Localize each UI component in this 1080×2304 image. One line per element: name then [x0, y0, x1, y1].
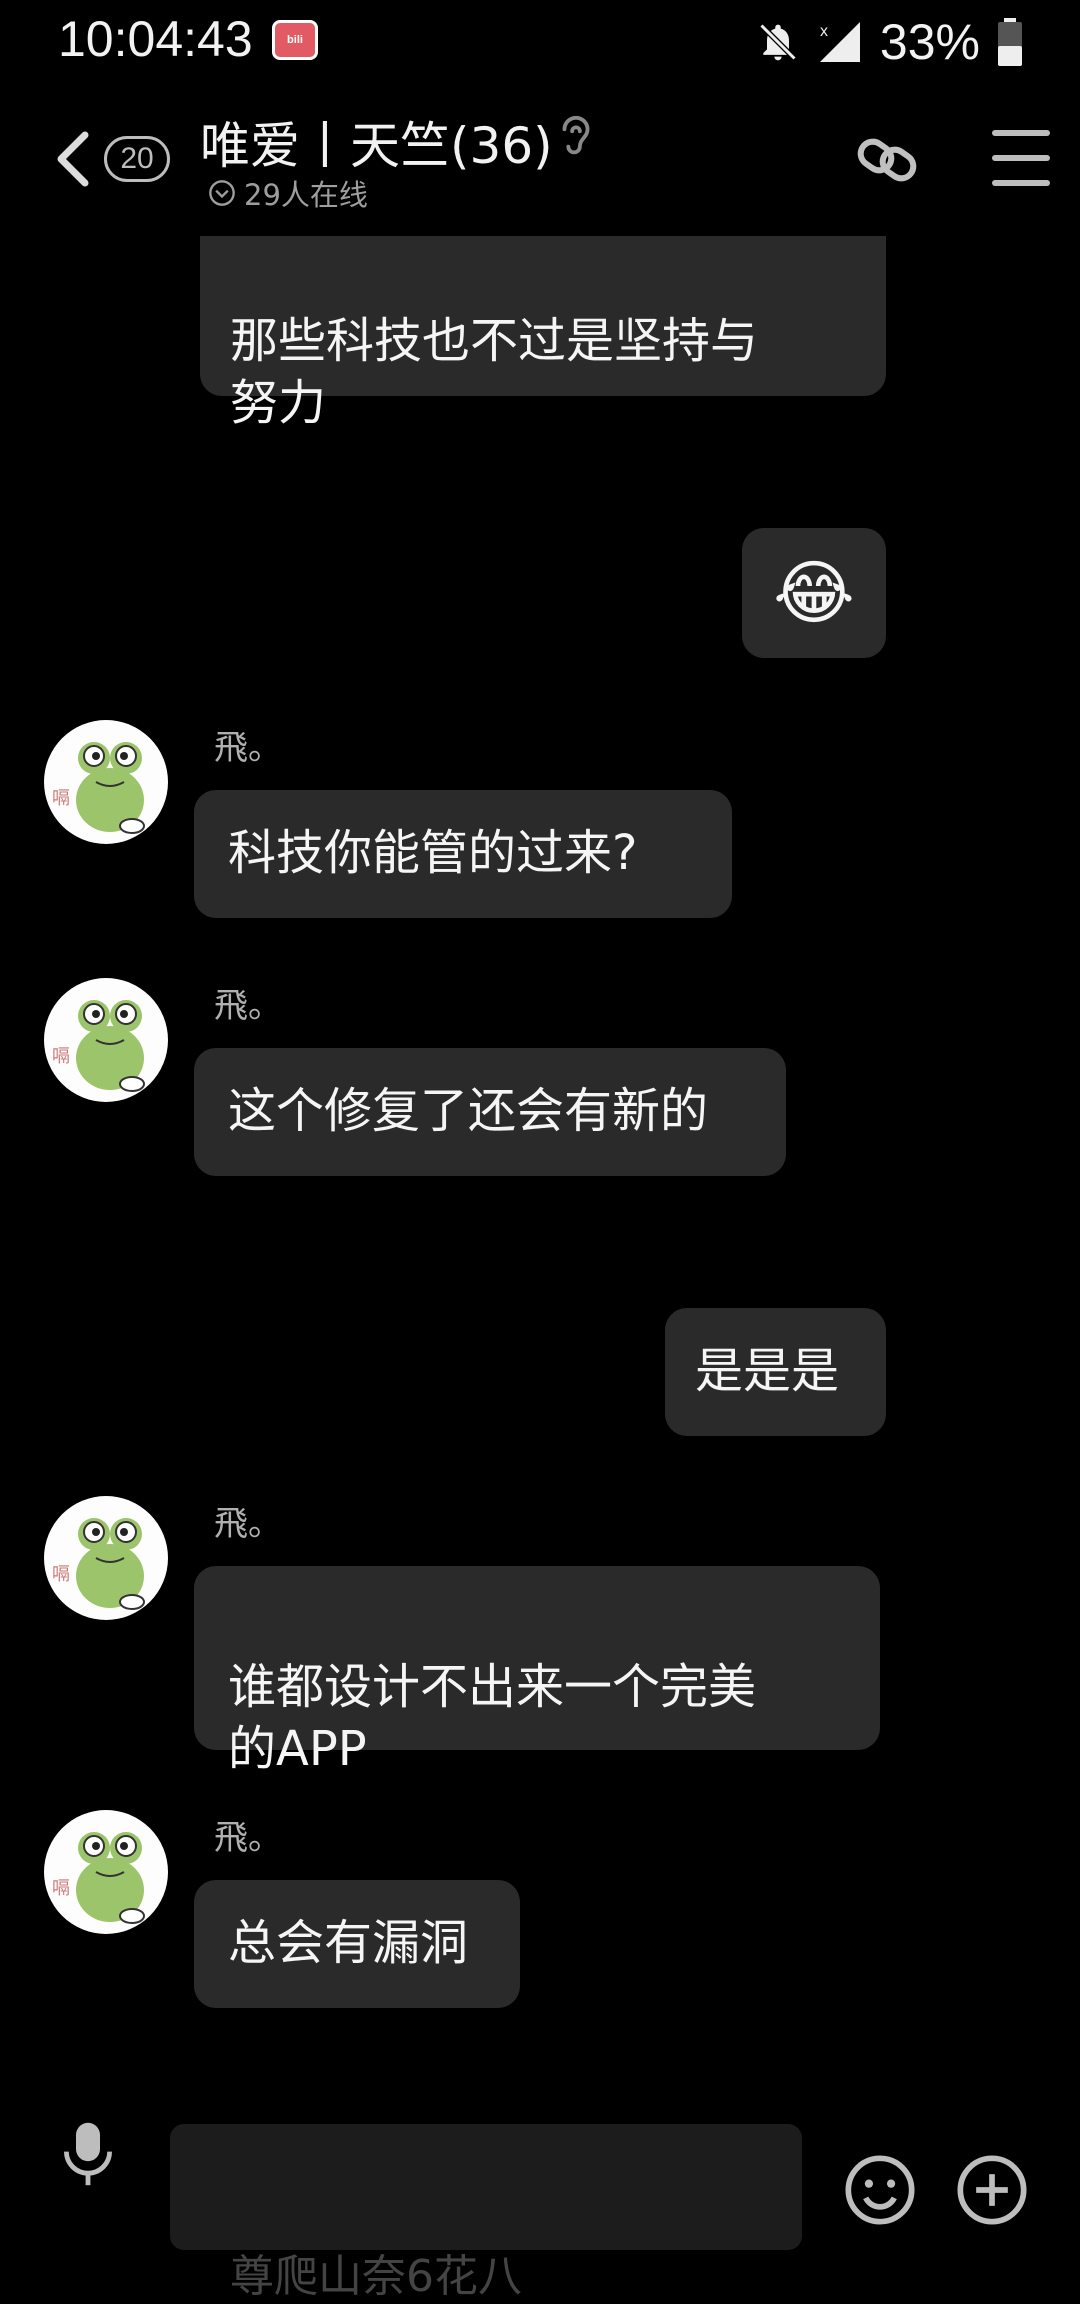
sender-name[interactable]: 飛。	[214, 978, 282, 1027]
network-badge: x	[820, 23, 828, 40]
sender-name[interactable]: 飛。	[214, 1810, 282, 1859]
frog-avatar-icon: 嗝	[52, 742, 145, 834]
avatar[interactable]: 嗝	[44, 1810, 168, 1934]
message-bubble-self[interactable]: 是是是	[665, 1308, 886, 1436]
signal-icon: x	[819, 22, 860, 62]
online-status: 29人在线	[208, 172, 368, 214]
frog-avatar-icon: 嗝	[52, 1832, 145, 1924]
message-bubble[interactable]: 总会有漏洞	[194, 1880, 520, 2008]
status-indicators: x 33%	[756, 10, 1024, 74]
frog-avatar-icon: 嗝	[52, 1518, 145, 1610]
battery-percent: 33%	[879, 14, 980, 70]
message-bubble-self[interactable]: 😂	[742, 528, 886, 658]
menu-button[interactable]	[992, 130, 1050, 186]
avatar-badge-text: 嗝	[52, 1046, 70, 1067]
avatar-badge-text: 嗝	[52, 1564, 70, 1585]
menu-line	[992, 180, 1050, 186]
back-button[interactable]	[48, 126, 98, 192]
menu-line	[992, 130, 1050, 136]
message-text: 是是是	[695, 1343, 840, 1399]
message-text: 谁都设计不出来一个完美 的APP	[228, 1659, 757, 1777]
message-input[interactable]	[170, 2124, 802, 2250]
chat-title[interactable]: 唯爱丨天竺(36)	[200, 106, 553, 178]
ear-icon[interactable]	[556, 112, 596, 162]
menu-line	[992, 155, 1050, 161]
emoji-icon[interactable]	[842, 2152, 918, 2228]
bilibili-icon: bili	[272, 20, 318, 60]
link-icon[interactable]	[852, 124, 924, 196]
frog-avatar-icon: 嗝	[52, 1000, 145, 1092]
message-text: 这个修复了还会有新的	[228, 1083, 709, 1139]
message-text: 总会有漏洞	[228, 1915, 469, 1971]
laughing-emoji: 😂	[773, 552, 855, 634]
sender-name[interactable]: 飛。	[214, 720, 282, 769]
message-bubble[interactable]: 科技你能管的过来?	[194, 790, 732, 918]
chevron-left-icon	[57, 131, 89, 187]
message-text: 那些科技也不过是坚持与 努力	[230, 313, 759, 431]
avatar-badge-text: 嗝	[52, 1878, 70, 1899]
unread-count-badge[interactable]: 20	[104, 136, 170, 182]
avatar[interactable]: 嗝	[44, 720, 168, 844]
sender-name[interactable]: 飛。	[214, 1496, 282, 1545]
message-bubble[interactable]: 那些科技也不过是坚持与 努力	[200, 236, 886, 431]
battery-icon	[998, 18, 1022, 66]
mute-bell-icon	[759, 23, 797, 61]
message-bubble[interactable]: 这个修复了还会有新的	[194, 1048, 786, 1176]
status-time: 10:04:43	[58, 11, 253, 67]
online-check-icon	[209, 180, 235, 206]
online-count-text: 29人在线	[244, 178, 368, 212]
message-text: 科技你能管的过来?	[228, 825, 638, 881]
avatar[interactable]: 嗝	[44, 978, 168, 1102]
plus-icon[interactable]	[954, 2152, 1030, 2228]
message-bubble[interactable]: 谁都设计不出来一个完美 的APP	[194, 1566, 880, 1777]
avatar[interactable]: 嗝	[44, 1496, 168, 1620]
microphone-icon[interactable]	[58, 2118, 118, 2190]
avatar-badge-text: 嗝	[52, 788, 70, 809]
